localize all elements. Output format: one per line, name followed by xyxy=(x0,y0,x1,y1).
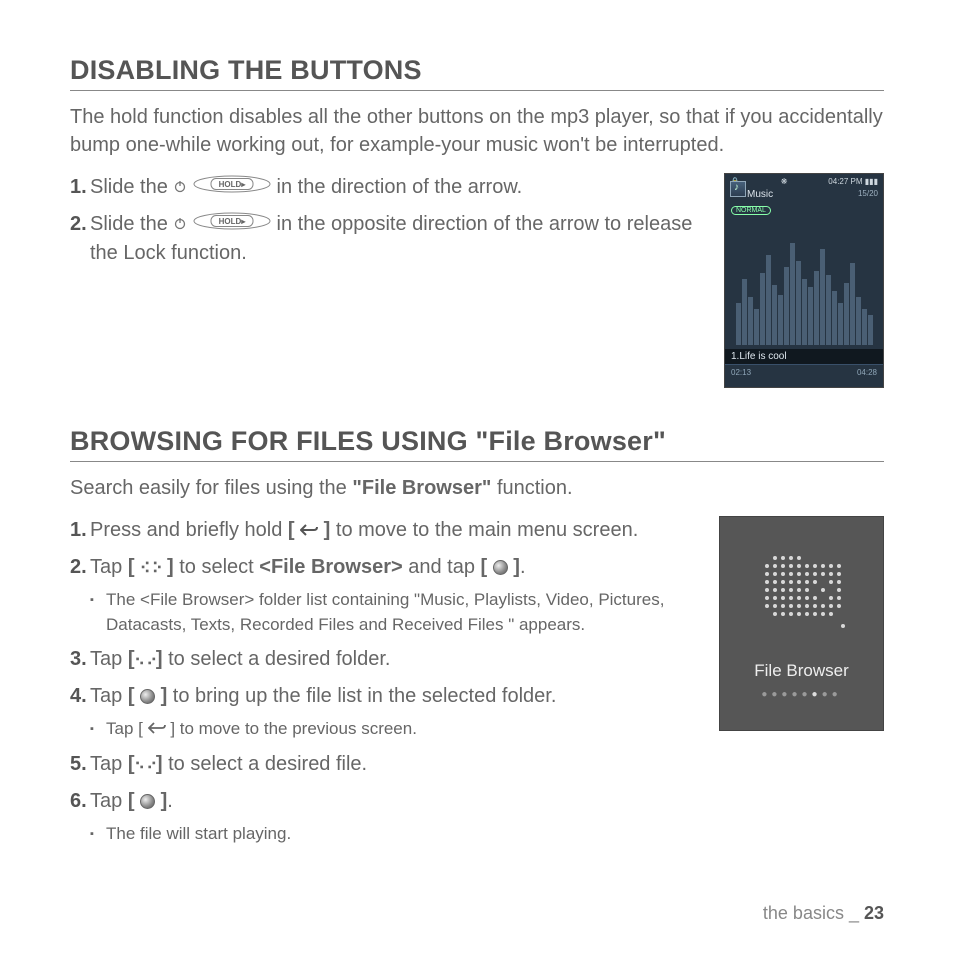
power-icon xyxy=(173,210,187,239)
left-right-icon: ⠪ ⠕ xyxy=(140,558,161,578)
step-b2: 2. Tap [ ⠪ ⠕ ] to select <File Browser> … xyxy=(70,553,689,637)
step-b6-sub: The file will start playing. xyxy=(90,822,689,847)
step-2: 2. Slide the HOLD▸ in the opposite direc… xyxy=(70,210,694,268)
step-b2-sub: The <File Browser> folder list containin… xyxy=(90,588,689,637)
page-footer: the basics _ 23 xyxy=(763,903,884,924)
step-1: 1. Slide the HOLD▸ in the direction of t… xyxy=(70,173,694,202)
hold-switch-icon: HOLD▸ xyxy=(193,210,271,239)
svg-text:HOLD▸: HOLD▸ xyxy=(219,217,247,226)
step-b6: 6. Tap [ ]. The file will start playing. xyxy=(70,787,689,847)
intro-disabling: The hold function disables all the other… xyxy=(70,103,884,159)
page-indicator-icon: ●●●●●●●● xyxy=(761,689,841,700)
section-disabling-buttons: DISABLING THE BUTTONS The hold function … xyxy=(70,55,884,388)
repeat-mode: NORMAL xyxy=(731,206,771,215)
time-total: 04:28 xyxy=(857,368,877,377)
intro-browsing: Search easily for files using the "File … xyxy=(70,474,884,502)
up-down-icon: ⠢ ⠔ xyxy=(134,754,155,774)
steps-disabling: 1. Slide the HOLD▸ in the direction of t… xyxy=(70,173,694,268)
equalizer-icon xyxy=(731,225,877,345)
back-icon xyxy=(300,516,318,530)
file-browser-icon xyxy=(747,548,857,643)
step-b4-sub: Tap [ ] to move to the previous screen. xyxy=(90,717,689,742)
select-icon xyxy=(493,560,508,575)
device-filebrowser-screenshot: File Browser ●●●●●●●● xyxy=(719,516,884,731)
heading-browsing: BROWSING FOR FILES USING "File Browser" xyxy=(70,426,884,462)
section-browsing-files: BROWSING FOR FILES USING "File Browser" … xyxy=(70,426,884,855)
settings-icon: ❋ xyxy=(781,177,788,186)
file-browser-label: File Browser xyxy=(754,661,848,681)
song-title: 1.Life is cool xyxy=(725,349,883,364)
select-icon xyxy=(140,794,155,809)
svg-text:HOLD▸: HOLD▸ xyxy=(219,180,247,189)
select-icon xyxy=(140,689,155,704)
step-b1: 1. Press and briefly hold [ ] to move to… xyxy=(70,516,689,545)
time-elapsed: 02:13 xyxy=(731,368,751,377)
step-b5: 5. Tap [⠢ ⠔] to select a desired file. xyxy=(70,750,689,779)
track-index: 15/20 xyxy=(858,189,878,198)
device-music-screenshot: 🔒 ❋ 04:27 PM ▮▮▮ Music 15/20 NORMAL 1.Li… xyxy=(724,173,884,388)
power-icon xyxy=(173,173,187,202)
up-down-icon: ⠢ ⠔ xyxy=(134,650,155,670)
heading-disabling: DISABLING THE BUTTONS xyxy=(70,55,884,91)
steps-browsing: 1. Press and briefly hold [ ] to move to… xyxy=(70,516,689,847)
hold-switch-icon: HOLD▸ xyxy=(193,173,271,202)
back-icon xyxy=(148,717,166,731)
step-b4: 4. Tap [ ] to bring up the file list in … xyxy=(70,682,689,742)
step-b3: 3. Tap [⠢ ⠔] to select a desired folder. xyxy=(70,645,689,674)
